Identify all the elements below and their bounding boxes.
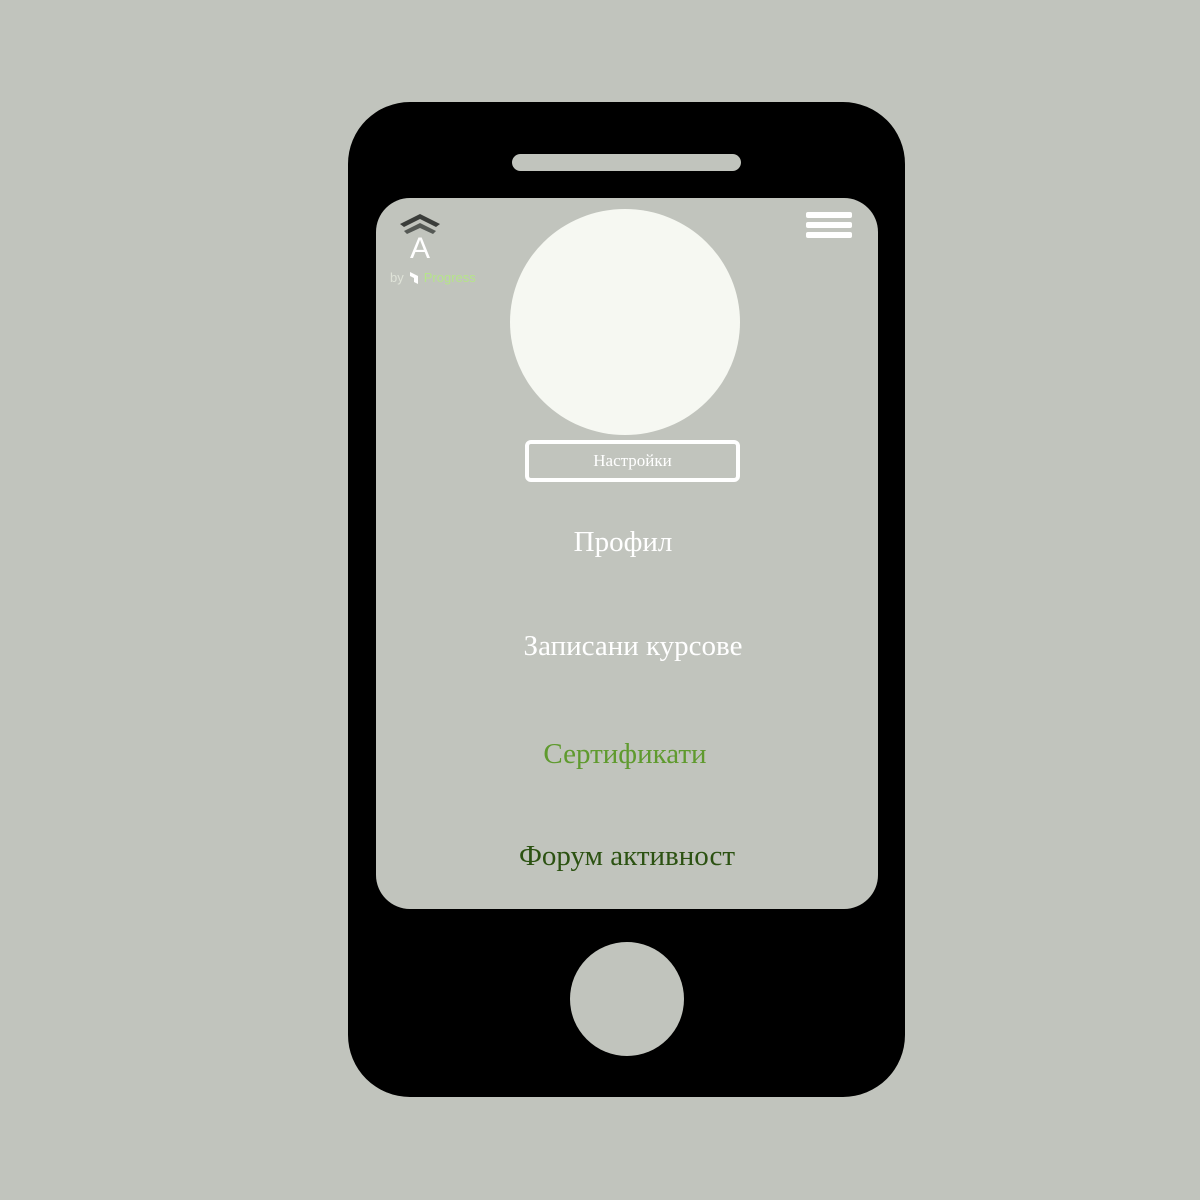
nav-item-certificates[interactable]: Сертификати <box>376 736 876 772</box>
home-button[interactable] <box>570 942 684 1056</box>
phone-screen: A by Progress Настройки Профил Записани … <box>376 198 878 909</box>
academy-logo[interactable]: A by Progress <box>390 214 500 294</box>
settings-button[interactable]: Настройки <box>525 440 740 482</box>
phone-frame: A by Progress Настройки Профил Записани … <box>348 102 905 1097</box>
menu-bar <box>806 222 852 228</box>
phone-speaker <box>512 154 741 171</box>
menu-bar <box>806 232 852 238</box>
logo-letter: A <box>409 232 430 265</box>
menu-bar <box>806 212 852 218</box>
nav-item-forum-activity[interactable]: Форум активност <box>376 838 878 874</box>
logo-by-text: by <box>390 270 404 285</box>
logo-byline: by Progress <box>390 270 476 286</box>
progress-mark-icon <box>409 272 418 284</box>
hamburger-menu-icon[interactable] <box>806 212 852 246</box>
logo-brand-text: Progress <box>423 270 476 285</box>
nav-item-enrolled-courses[interactable]: Записани курсове <box>382 628 878 664</box>
profile-avatar[interactable] <box>510 209 740 435</box>
nav-item-profile[interactable]: Профил <box>376 524 874 560</box>
